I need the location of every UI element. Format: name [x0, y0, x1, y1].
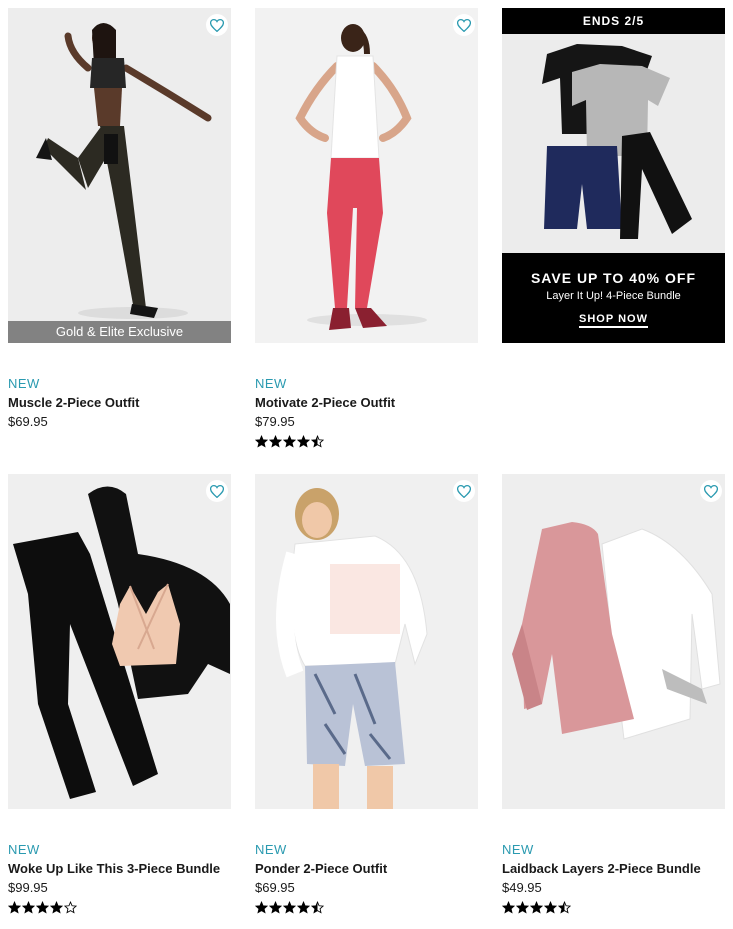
favorite-heart-icon[interactable]	[453, 14, 475, 36]
product-name[interactable]: Motivate 2-Piece Outfit	[255, 394, 478, 412]
product-price: $69.95	[8, 414, 48, 429]
star-outline-icon	[64, 901, 77, 914]
favorite-heart-icon[interactable]	[453, 480, 475, 502]
star-filled-icon	[283, 901, 296, 914]
exclusive-banner: Gold & Elite Exclusive	[8, 321, 231, 343]
star-filled-icon	[297, 435, 310, 448]
product-card-motivate[interactable]	[255, 8, 478, 343]
rating-stars[interactable]	[255, 435, 478, 451]
star-filled-icon	[544, 901, 557, 914]
product-price: $99.95	[8, 880, 48, 895]
star-half-icon	[311, 901, 324, 914]
new-badge: NEW	[255, 842, 287, 857]
shop-now-link[interactable]: SHOP NOW	[579, 313, 648, 328]
star-filled-icon	[269, 435, 282, 448]
product-card-laidback[interactable]	[502, 474, 725, 809]
star-filled-icon	[502, 901, 515, 914]
promo-text-block: SAVE UP TO 40% OFF Layer It Up! 4-Piece …	[502, 253, 725, 343]
new-badge: NEW	[8, 376, 40, 391]
star-half-icon	[558, 901, 571, 914]
product-info: NEW Laidback Layers 2-Piece Bundle $49.9…	[502, 842, 725, 917]
product-card-woke-up[interactable]	[8, 474, 231, 809]
model-photo	[255, 8, 478, 343]
product-info: NEW Muscle 2-Piece Outfit $69.95	[8, 376, 231, 431]
product-card-muscle[interactable]: Gold & Elite Exclusive	[8, 8, 231, 343]
rating-stars[interactable]	[255, 901, 478, 917]
product-price: $49.95	[502, 880, 542, 895]
product-info: NEW Woke Up Like This 3-Piece Bundle $99…	[8, 842, 231, 917]
favorite-heart-icon[interactable]	[206, 14, 228, 36]
star-filled-icon	[269, 901, 282, 914]
product-name[interactable]: Laidback Layers 2-Piece Bundle	[502, 860, 725, 878]
promo-card[interactable]: ENDS 2/5 SAVE UP TO 40% OFF Layer It Up!…	[502, 8, 725, 343]
product-price: $79.95	[255, 414, 295, 429]
rating-stars[interactable]	[502, 901, 725, 917]
favorite-heart-icon[interactable]	[206, 480, 228, 502]
product-price: $69.95	[255, 880, 295, 895]
star-filled-icon	[516, 901, 529, 914]
product-image[interactable]	[255, 8, 478, 343]
product-name[interactable]: Muscle 2-Piece Outfit	[8, 394, 231, 412]
star-filled-icon	[283, 435, 296, 448]
promo-headline: SAVE UP TO 40% OFF	[530, 270, 697, 286]
star-filled-icon	[36, 901, 49, 914]
star-filled-icon	[8, 901, 21, 914]
model-photo	[255, 474, 478, 809]
rating-stars[interactable]	[8, 901, 231, 917]
product-info: NEW Ponder 2-Piece Outfit $69.95	[255, 842, 478, 917]
star-filled-icon	[255, 901, 268, 914]
star-filled-icon	[50, 901, 63, 914]
new-badge: NEW	[502, 842, 534, 857]
product-info: NEW Motivate 2-Piece Outfit $79.95	[255, 376, 478, 451]
product-name[interactable]: Woke Up Like This 3-Piece Bundle	[8, 860, 231, 878]
star-filled-icon	[255, 435, 268, 448]
star-filled-icon	[22, 901, 35, 914]
promo-banner[interactable]: ENDS 2/5 SAVE UP TO 40% OFF Layer It Up!…	[502, 8, 725, 343]
star-half-icon	[311, 435, 324, 448]
favorite-heart-icon[interactable]	[700, 480, 722, 502]
flatlay-photo	[8, 474, 231, 809]
product-name[interactable]: Ponder 2-Piece Outfit	[255, 860, 478, 878]
promo-deadline: ENDS 2/5	[502, 8, 725, 34]
product-card-ponder[interactable]	[255, 474, 478, 809]
product-image[interactable]	[502, 474, 725, 809]
product-image[interactable]	[8, 474, 231, 809]
model-photo	[8, 8, 231, 343]
promo-subline: Layer It Up! 4-Piece Bundle	[546, 290, 681, 302]
star-filled-icon	[530, 901, 543, 914]
product-image[interactable]: Gold & Elite Exclusive	[8, 8, 231, 343]
promo-image	[502, 34, 725, 253]
product-image[interactable]	[255, 474, 478, 809]
star-filled-icon	[297, 901, 310, 914]
flatlay-photo	[502, 474, 725, 809]
new-badge: NEW	[8, 842, 40, 857]
new-badge: NEW	[255, 376, 287, 391]
